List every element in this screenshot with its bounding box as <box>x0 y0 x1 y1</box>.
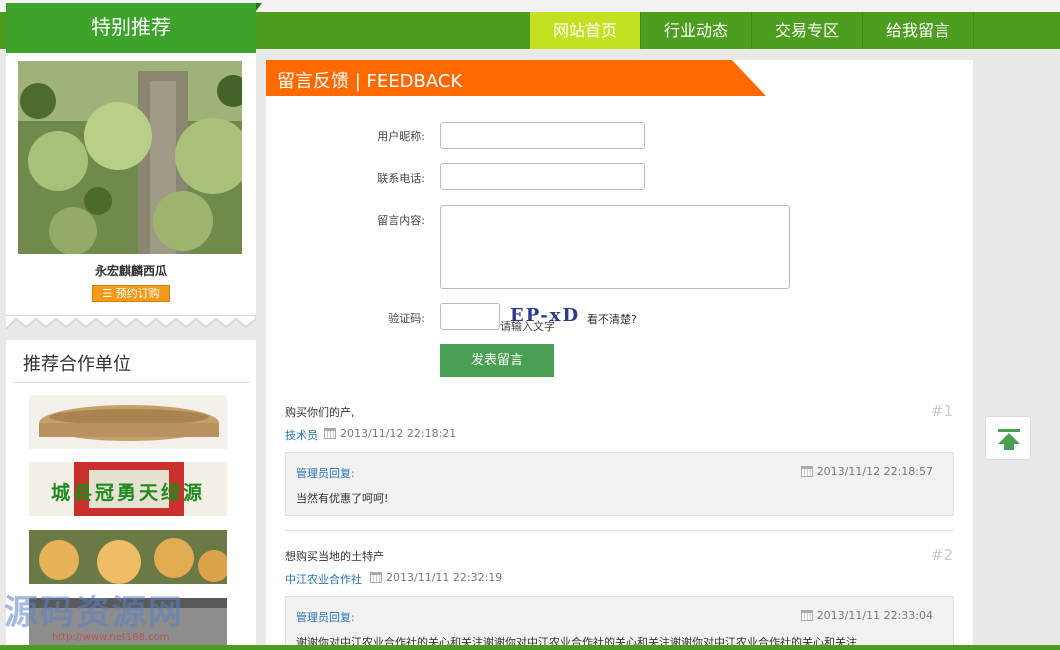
refresh-captcha-link[interactable]: 看不清楚? <box>587 311 637 327</box>
submit-message-button[interactable]: 发表留言 <box>440 344 554 377</box>
partner-logo-basket[interactable] <box>29 395 227 449</box>
partner-logo-banner[interactable]: 城县冠勇天绿源 <box>29 462 227 516</box>
message-number: #2 <box>930 546 953 564</box>
nav-leave-message[interactable]: 给我留言 <box>863 12 974 49</box>
message-text: 购买你们的产, <box>285 406 355 419</box>
partner-logo-fruit[interactable] <box>29 530 227 584</box>
main-nav: 网站首页 行业动态 交易专区 给我留言 <box>530 12 974 49</box>
preorder-button[interactable]: ☰ 预约订购 <box>92 285 170 302</box>
reply-label: 管理员回复: <box>296 467 355 480</box>
captcha-hint: 请输入文字 <box>500 320 555 333</box>
message-number: #1 <box>930 402 953 420</box>
admin-reply-box: 管理员回复: 2013/11/11 22:33:04 谢谢你对中江农业合作社的关… <box>285 596 954 650</box>
special-recommend-title: 特别推荐 <box>6 3 262 53</box>
nav-trading-zone[interactable]: 交易专区 <box>752 12 863 49</box>
reply-label: 管理员回复: <box>296 611 355 624</box>
content-textarea[interactable] <box>440 205 790 289</box>
calendar-icon <box>800 610 813 621</box>
phone-input[interactable] <box>440 163 645 190</box>
message-time: 2013/11/12 22:18:21 <box>324 427 456 440</box>
watermark-text: 源码资源网 <box>4 593 184 633</box>
arrow-up-icon <box>998 429 1020 450</box>
product-name[interactable]: 永宏麒麟西瓜 <box>6 262 256 279</box>
zigzag-border <box>6 315 256 329</box>
nickname-label: 用户昵称: <box>377 130 425 143</box>
message-time-text: 2013/11/11 22:32:19 <box>386 571 503 584</box>
content-label: 留言内容: <box>377 214 425 227</box>
back-to-top-button[interactable] <box>985 416 1031 460</box>
reply-time-text: 2013/11/11 22:33:04 <box>816 609 933 622</box>
calendar-icon <box>324 428 336 439</box>
message-author[interactable]: 中江农业合作社 <box>285 571 362 587</box>
nav-home[interactable]: 网站首页 <box>530 12 641 49</box>
reply-time: 2013/11/12 22:18:57 <box>800 465 933 478</box>
message-author[interactable]: 技术员 <box>285 427 318 443</box>
cart-icon: ☰ <box>102 287 116 300</box>
partner-divider <box>12 382 250 383</box>
admin-reply-box: 管理员回复: 2013/11/12 22:18:57 当然有优惠了呵呵! <box>285 452 954 516</box>
reply-text: 当然有优惠了呵呵! <box>296 492 389 505</box>
bottom-bar <box>0 645 1060 650</box>
message-divider <box>285 530 954 531</box>
reply-time: 2013/11/11 22:33:04 <box>800 609 933 622</box>
nickname-input[interactable] <box>440 122 645 149</box>
watermark-url: http://www.net188.com <box>52 632 170 643</box>
feedback-title: 留言反馈 | FEEDBACK <box>277 71 463 92</box>
preorder-label: 预约订购 <box>115 287 160 300</box>
calendar-icon <box>370 572 382 583</box>
partner-title: 推荐合作单位 <box>23 354 131 375</box>
calendar-icon <box>800 466 813 477</box>
phone-label: 联系电话: <box>377 172 425 185</box>
product-image[interactable] <box>18 61 242 254</box>
nav-industry-news[interactable]: 行业动态 <box>641 12 752 49</box>
message-text: 想购买当地的土特产 <box>285 550 384 563</box>
captcha-input[interactable] <box>440 303 500 330</box>
reply-time-text: 2013/11/12 22:18:57 <box>816 465 933 478</box>
special-recommend-box: 永宏麒麟西瓜 ☰ 预约订购 <box>6 53 256 329</box>
captcha-label: 验证码: <box>388 312 425 325</box>
message-time-text: 2013/11/12 22:18:21 <box>340 427 457 440</box>
partner-banner-text: 城县冠勇天绿源 <box>50 482 205 504</box>
message-time: 2013/11/11 22:32:19 <box>370 571 502 584</box>
